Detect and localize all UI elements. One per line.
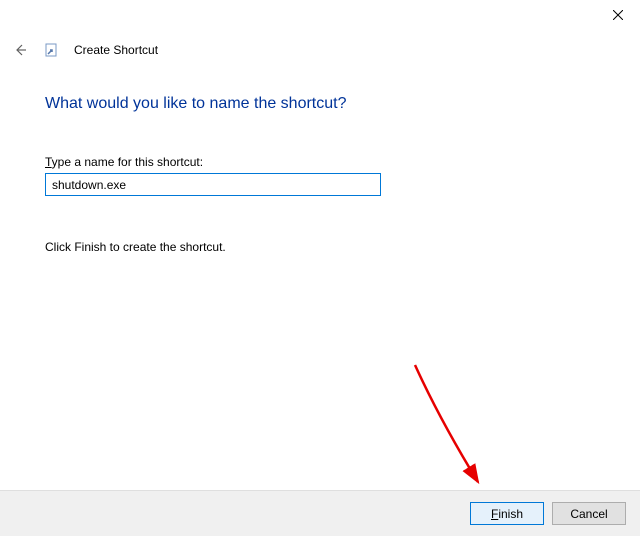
instruction-text: Click Finish to create the shortcut. [45, 240, 610, 254]
page-heading: What would you like to name the shortcut… [45, 95, 610, 113]
wizard-header: Create Shortcut [10, 40, 158, 60]
wizard-title: Create Shortcut [74, 43, 158, 57]
back-arrow-icon [12, 42, 28, 58]
back-button[interactable] [10, 40, 30, 60]
name-field-label: Type a name for this shortcut: [45, 155, 610, 169]
shortcut-name-input[interactable] [45, 173, 381, 196]
annotation-arrow-icon [400, 360, 500, 500]
cancel-button[interactable]: Cancel [552, 502, 626, 525]
button-bar: Finish Cancel [0, 490, 640, 536]
finish-button[interactable]: Finish [470, 502, 544, 525]
close-icon [613, 10, 623, 20]
close-button[interactable] [595, 0, 640, 30]
shortcut-wizard-icon [44, 42, 60, 58]
